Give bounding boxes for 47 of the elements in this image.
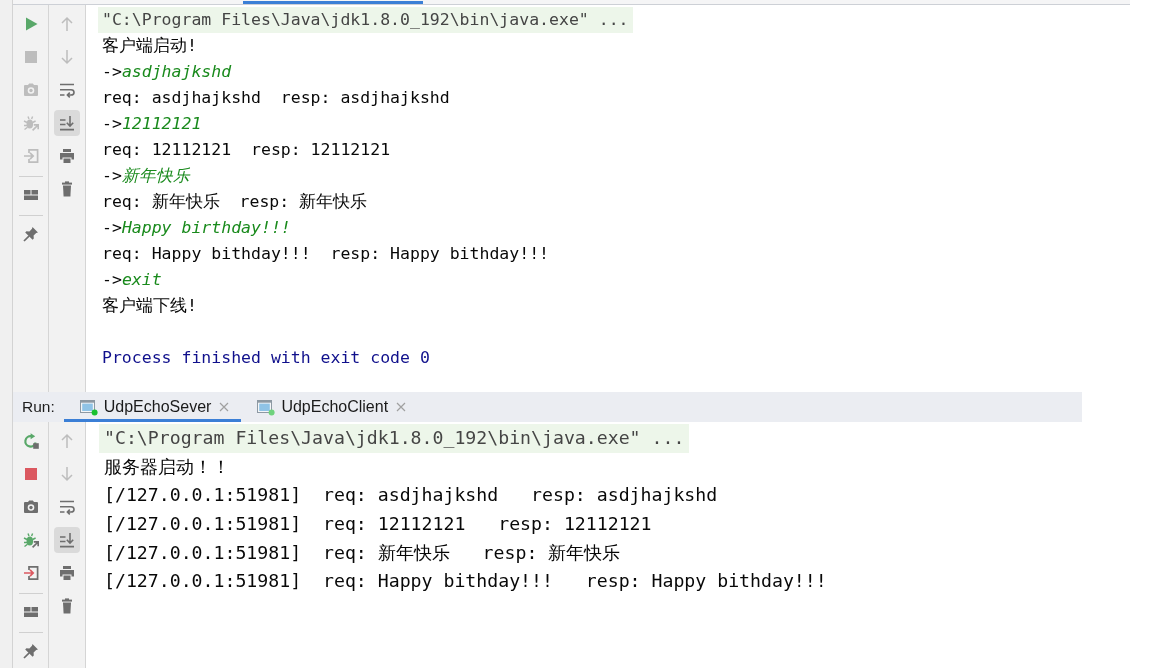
scroll-to-end-button[interactable]	[54, 527, 80, 553]
typed-input-text: 12112121	[121, 114, 202, 133]
rerun-icon[interactable]	[22, 433, 39, 449]
typed-input-text: Happy birthday!!!	[121, 218, 291, 237]
console-output-text: req: 12112121 resp: 12112121	[102, 140, 391, 159]
pin-icon[interactable]	[22, 643, 39, 659]
console-output-text: req: asdjhajkshd resp: asdjhajkshd	[102, 88, 450, 107]
command-line-text: "C:\Program Files\Java\jdk1.8.0_192\bin\java.exe" ...	[98, 7, 633, 33]
console-output-text: 客户端下线!	[102, 296, 197, 315]
console-output-text: [/127.0.0.1:51981] req: Happy bithday!!! resp: Happy bithday!!!	[104, 570, 827, 592]
console-output-text: 服务器启动！！	[104, 455, 230, 477]
printer-icon[interactable]	[59, 148, 75, 164]
console-output-text: 客户端启动!	[102, 36, 197, 55]
pin-icon[interactable]	[22, 226, 39, 242]
input-prompt-text: ->	[102, 62, 122, 81]
camera-icon[interactable]	[22, 499, 39, 515]
typed-input-text: asdjhajkshd	[121, 62, 232, 81]
console-window-icon	[257, 398, 276, 416]
soft-wrap-icon[interactable]	[59, 82, 75, 98]
typed-input-text: exit	[121, 270, 162, 289]
process-exit-message: Process finished with exit code 0	[102, 348, 430, 367]
console-output-text: req: 新年快乐 resp: 新年快乐	[102, 192, 368, 211]
trash-icon[interactable]	[59, 598, 75, 614]
bug-icon[interactable]	[22, 532, 39, 548]
tab[interactable]: UdpEchoClient	[241, 392, 419, 422]
scroll-to-end-icon[interactable]	[59, 115, 75, 131]
arrow-into-box-icon[interactable]	[22, 565, 39, 581]
soft-wrap-icon[interactable]	[59, 499, 75, 515]
trash-icon[interactable]	[59, 181, 75, 197]
console-output-text: req: Happy bithday!!! resp: Happy bithday!!!	[102, 244, 550, 263]
input-prompt-text: ->	[102, 270, 122, 289]
console-output-text: [/127.0.0.1:51981] req: 新年快乐 resp: 新年快乐	[104, 541, 621, 563]
input-prompt-text: ->	[102, 166, 122, 185]
scroll-to-end-button[interactable]	[54, 110, 80, 136]
command-line-text: "C:\Program Files\Java\jdk1.8.0_192\bin\java.exe" ...	[99, 424, 690, 453]
layout-icon[interactable]	[22, 604, 39, 620]
input-prompt-text: ->	[102, 218, 122, 237]
console-output-text: [/127.0.0.1:51981] req: asdjhajkshd resp: asdjhajkshd	[104, 484, 718, 506]
run-label: Run:	[22, 398, 55, 416]
typed-input-text: 新年快乐	[121, 166, 190, 185]
printer-icon[interactable]	[59, 565, 75, 581]
console-window-icon	[79, 398, 98, 416]
console-output-text: [/127.0.0.1:51981] req: 12112121 resp: 12112121	[104, 513, 652, 535]
layout-icon[interactable]	[22, 187, 39, 203]
scroll-to-end-icon[interactable]	[59, 532, 75, 548]
input-prompt-text: ->	[102, 114, 122, 133]
stop-icon[interactable]	[22, 466, 39, 482]
